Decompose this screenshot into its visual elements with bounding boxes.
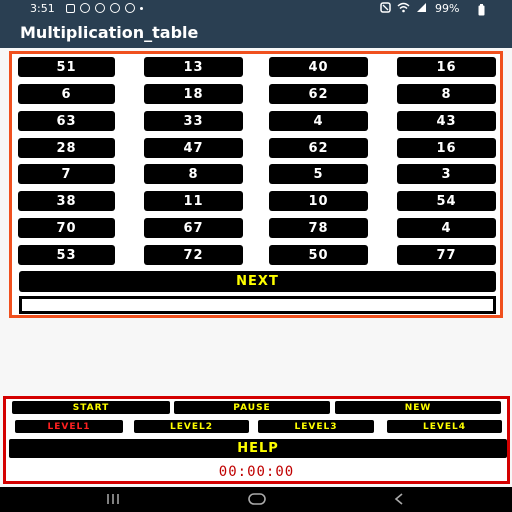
number-grid-panel: 51 13 40 16 6 18 62 8 63 33 4 43 28 47 6… (9, 51, 503, 318)
navigation-bar (0, 487, 512, 512)
number-button[interactable]: 54 (397, 191, 496, 211)
number-button[interactable]: 50 (269, 245, 368, 265)
photos-icon (66, 3, 75, 13)
signal-icon (417, 3, 426, 12)
number-button[interactable]: 4 (397, 218, 496, 238)
number-button[interactable]: 5 (269, 164, 368, 184)
number-button[interactable]: 8 (397, 84, 496, 104)
app-title: Multiplication_table (20, 23, 199, 42)
home-icon[interactable] (248, 493, 266, 505)
number-button[interactable]: 62 (269, 84, 368, 104)
number-button[interactable]: 72 (144, 245, 243, 265)
status-time: 3:51 (30, 2, 55, 15)
wifi-icon (397, 2, 410, 13)
number-button[interactable]: 33 (144, 111, 243, 131)
start-button[interactable]: START (12, 401, 170, 414)
number-button[interactable]: 38 (18, 191, 115, 211)
number-button[interactable]: 11 (144, 191, 243, 211)
number-button[interactable]: 40 (269, 57, 368, 77)
status-left-icons (66, 3, 143, 13)
number-button[interactable]: 10 (269, 191, 368, 211)
number-button[interactable]: 78 (269, 218, 368, 238)
status-bar: 3:51 99% (0, 0, 512, 19)
number-button[interactable]: 18 (144, 84, 243, 104)
number-button[interactable]: 70 (18, 218, 115, 238)
back-icon[interactable] (393, 492, 405, 506)
number-button[interactable]: 16 (397, 138, 496, 158)
app-bar: Multiplication_table (0, 19, 512, 48)
number-button[interactable]: 67 (144, 218, 243, 238)
settings-icon (125, 3, 135, 13)
more-dot-icon (140, 6, 143, 10)
level2-button[interactable]: LEVEL2 (134, 420, 249, 433)
number-button[interactable]: 6 (18, 84, 115, 104)
level3-button[interactable]: LEVEL3 (258, 420, 374, 433)
level4-button[interactable]: LEVEL4 (387, 420, 502, 433)
recent-apps-icon[interactable] (106, 493, 120, 505)
location-icon (110, 3, 120, 13)
number-button[interactable]: 63 (18, 111, 115, 131)
number-button[interactable]: 77 (397, 245, 496, 265)
number-button[interactable]: 62 (269, 138, 368, 158)
status-right-icons (380, 2, 427, 13)
number-button[interactable]: 16 (397, 57, 496, 77)
number-button[interactable]: 28 (18, 138, 115, 158)
number-button[interactable]: 13 (144, 57, 243, 77)
number-button[interactable]: 8 (144, 164, 243, 184)
timer-display: 00:00:00 (218, 464, 295, 480)
next-button[interactable]: NEXT (19, 271, 496, 292)
battery-icon (478, 4, 485, 16)
battery-percent: 99% (435, 2, 460, 15)
number-button[interactable]: 43 (397, 111, 496, 131)
number-button[interactable]: 47 (144, 138, 243, 158)
pause-button[interactable]: PAUSE (174, 401, 330, 414)
number-button[interactable]: 53 (18, 245, 115, 265)
alarm-icon (380, 2, 391, 13)
sync-icon (80, 3, 90, 13)
number-button[interactable]: 4 (269, 111, 368, 131)
help-button[interactable]: HELP (9, 439, 507, 458)
number-button[interactable]: 51 (18, 57, 115, 77)
number-button[interactable]: 7 (18, 164, 115, 184)
new-button[interactable]: NEW (335, 401, 501, 414)
vpn-icon (95, 3, 105, 13)
control-panel: START PAUSE NEW LEVEL1 LEVEL2 LEVEL3 LEV… (3, 396, 510, 484)
number-button[interactable]: 3 (397, 164, 496, 184)
level1-button[interactable]: LEVEL1 (15, 420, 123, 433)
answer-field[interactable] (19, 296, 496, 314)
